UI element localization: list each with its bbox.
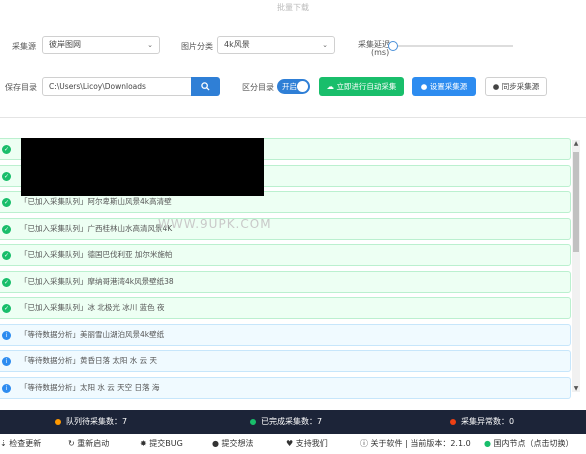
- source-label: 采集源: [12, 42, 36, 51]
- bug-icon: ✸: [140, 439, 147, 448]
- delay-slider-track[interactable]: [395, 45, 513, 47]
- save-dir-label: 保存目录: [5, 83, 37, 92]
- restart-label: 重新启动: [77, 439, 110, 448]
- search-icon: [201, 81, 210, 91]
- check-circle-icon: ✓: [2, 145, 11, 154]
- node-icon: ●: [484, 439, 491, 448]
- toggle-knob: [297, 81, 308, 92]
- toggle-text: 开启: [282, 82, 297, 91]
- delay-unit-label: (ms): [371, 48, 390, 57]
- scroll-up-arrow-icon[interactable]: ▲: [572, 140, 580, 147]
- log-text: 「等待数据分析」黄昏日落 太阳 水 云 天: [20, 356, 158, 365]
- queue-dot-icon: [55, 418, 61, 425]
- gear-icon: ●: [420, 82, 428, 91]
- log-text: 「已加入采集队列」摩纳哥港湾4k风景壁纸38: [20, 276, 174, 286]
- info-circle-icon: i: [2, 330, 11, 340]
- restart-icon: ↻: [68, 439, 75, 448]
- check-circle-icon: ✓: [2, 198, 11, 207]
- watermark: WWW.9UPK.COM: [158, 217, 272, 231]
- sub-dir-label: 区分目录: [242, 83, 274, 92]
- log-scrollbar[interactable]: ▲ ▼: [572, 140, 580, 392]
- log-row: i 「等待数据分析」美丽雪山湖泊风景4k壁纸: [0, 323, 571, 346]
- log-row: i 「等待数据分析」黄昏日落 太阳 水 云 天: [0, 350, 571, 372]
- set-source-label: 设置采集源: [429, 82, 468, 91]
- source-select[interactable]: 彼岸图网 ⌄: [42, 36, 160, 54]
- about-link[interactable]: ⓘ 关于软件 | 当前版本：2.1.0: [360, 434, 471, 454]
- sync-source-button[interactable]: ● 同步采集源: [485, 77, 547, 96]
- check-update-link[interactable]: ⇣ 检查更新: [0, 434, 41, 454]
- bulb-icon: ●: [212, 439, 219, 448]
- status-bar: 队列待采集数：7 已完成采集数：7 采集异常数：0: [0, 410, 586, 434]
- done-status: 已完成采集数：7: [250, 410, 322, 434]
- scroll-down-arrow-icon[interactable]: ▼: [572, 385, 580, 392]
- chevron-down-icon: ⌄: [147, 41, 153, 49]
- check-circle-icon: ✓: [2, 277, 11, 287]
- error-dot-icon: [450, 418, 456, 425]
- log-text: 「已加入采集队列」阿尔卑斯山风景4k高清壁: [20, 197, 172, 206]
- node-switch-link[interactable]: ● 国内节点（点击切换）: [484, 434, 574, 454]
- save-path-input[interactable]: C:\Users\Licoy\Downloads: [42, 77, 192, 96]
- submit-idea-link[interactable]: ● 提交想法: [212, 434, 254, 454]
- log-row: i 「等待数据分析」太阳 水 云 天空 日落 海: [0, 376, 571, 399]
- footer-bar: ⇣ 检查更新 ↻ 重新启动 ✸ 提交BUG ● 提交想法 ♥ 支持我们 ⓘ 关于…: [0, 434, 586, 452]
- log-row: ✓ 「已加入采集队列」冰 北极光 冰川 蓝色 夜: [0, 297, 571, 319]
- log-row: ✓ 「已加入采集队列」广西桂林山水高清风景4K: [0, 217, 571, 240]
- submit-bug-link[interactable]: ✸ 提交BUG: [140, 434, 183, 454]
- queue-count: 队列待采集数：7: [66, 417, 128, 426]
- log-text: 「已加入采集队列」广西桂林山水高清风景4K: [20, 223, 173, 233]
- check-circle-icon: ✓: [2, 304, 11, 313]
- support-label: 支持我们: [295, 439, 328, 448]
- heart-icon: ♥: [286, 439, 294, 448]
- update-icon: ⇣: [0, 439, 7, 448]
- queue-status: 队列待采集数：7: [55, 410, 127, 434]
- divider: [0, 117, 586, 118]
- chevron-down-icon: ⌄: [322, 41, 328, 49]
- info-circle-icon: i: [2, 357, 11, 366]
- cloud-icon: ☁: [326, 82, 335, 91]
- log-row: ✓ 「已加入采集队列」摩纳哥港湾4k风景壁纸38: [0, 270, 571, 293]
- node-label: 国内节点（点击切换）: [493, 439, 574, 448]
- log-text: 「等待数据分析」美丽雪山湖泊风景4k壁纸: [20, 329, 165, 339]
- error-status: 采集异常数：0: [450, 410, 514, 434]
- sync-source-label: 同步采集源: [501, 82, 540, 91]
- check-circle-icon: ✓: [2, 171, 11, 181]
- info-icon: ⓘ: [360, 439, 368, 448]
- window-title: 批量下载: [277, 3, 309, 12]
- browse-folder-button[interactable]: [191, 77, 220, 96]
- delay-slider-handle[interactable]: [388, 41, 398, 51]
- log-text: 「已加入采集队列」冰 北极光 冰川 蓝色 夜: [20, 303, 165, 312]
- start-collect-button[interactable]: ☁ 立即进行自动采集: [319, 77, 404, 96]
- log-text: 「等待数据分析」太阳 水 云 天空 日落 海: [20, 382, 160, 392]
- category-select-value: 4k风景: [224, 40, 250, 49]
- set-source-button[interactable]: ● 设置采集源: [412, 77, 476, 96]
- start-collect-label: 立即进行自动采集: [336, 82, 397, 91]
- check-circle-icon: ✓: [2, 224, 11, 234]
- category-label: 图片分类: [181, 42, 213, 51]
- support-link[interactable]: ♥ 支持我们: [286, 434, 328, 454]
- done-dot-icon: [250, 418, 256, 425]
- log-text: 「已加入采集队列」德国巴伐利亚 加尔米施帕: [20, 250, 173, 259]
- info-circle-icon: i: [2, 383, 11, 393]
- category-select[interactable]: 4k风景 ⌄: [217, 36, 335, 54]
- scrollbar-thumb[interactable]: [573, 152, 579, 252]
- source-select-value: 彼岸图网: [49, 40, 81, 49]
- check-update-label: 检查更新: [9, 439, 42, 448]
- done-count: 已完成采集数：7: [261, 417, 323, 426]
- redaction-box: [21, 138, 264, 196]
- submit-bug-label: 提交BUG: [149, 439, 183, 448]
- sub-dir-toggle[interactable]: 开启: [277, 79, 310, 94]
- restart-link[interactable]: ↻ 重新启动: [68, 434, 109, 454]
- error-count: 采集异常数：0: [461, 417, 515, 426]
- check-circle-icon: ✓: [2, 251, 11, 260]
- sync-icon: ●: [492, 82, 500, 91]
- log-row: ✓ 「已加入采集队列」德国巴伐利亚 加尔米施帕: [0, 244, 571, 266]
- submit-idea-label: 提交想法: [221, 439, 254, 448]
- about-label: 关于软件 | 当前版本：2.1.0: [370, 439, 471, 448]
